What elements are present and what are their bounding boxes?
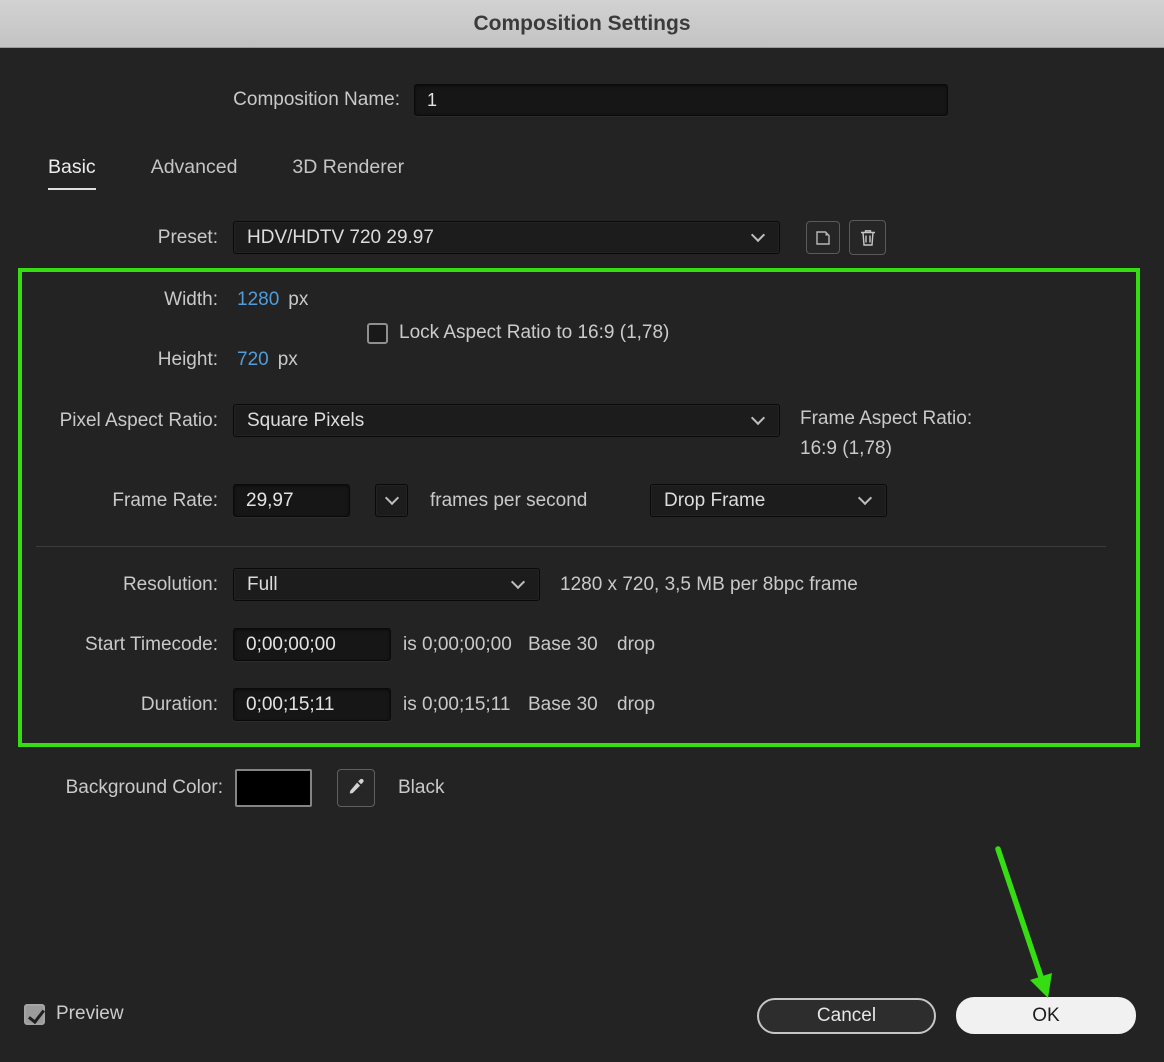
eyedropper-button[interactable]: [337, 769, 375, 807]
lock-aspect-label: Lock Aspect Ratio to 16:9 (1,78): [399, 322, 669, 344]
duration-drop: drop: [617, 688, 655, 721]
background-color-label: Background Color:: [0, 770, 223, 806]
save-preset-icon: [814, 229, 832, 247]
duration-label: Duration:: [0, 688, 218, 721]
preview-row: Preview: [24, 1003, 124, 1025]
chevron-down-icon: [751, 228, 765, 242]
start-timecode-input[interactable]: [233, 628, 391, 661]
chevron-down-icon: [511, 575, 525, 589]
drop-frame-value: Drop Frame: [664, 490, 765, 512]
ok-button-label: OK: [1032, 1005, 1059, 1027]
frame-aspect-ratio-label: Frame Aspect Ratio:: [800, 404, 972, 434]
resolution-value: Full: [247, 574, 278, 596]
background-color-swatch[interactable]: [235, 769, 312, 807]
tab-advanced-label: Advanced: [151, 156, 238, 178]
tab-basic[interactable]: Basic: [48, 156, 96, 190]
height-value-row: 720 px: [237, 347, 298, 373]
chevron-down-icon: [858, 491, 872, 505]
start-timecode-base: Base 30: [528, 628, 598, 661]
preset-label: Preset:: [0, 221, 218, 254]
annotation-arrow: [960, 840, 1070, 1010]
frame-rate-input[interactable]: [233, 484, 350, 517]
width-value[interactable]: 1280: [237, 289, 279, 311]
chevron-down-icon: [751, 411, 765, 425]
preview-label: Preview: [56, 1003, 124, 1025]
background-color-name: Black: [398, 770, 444, 806]
drop-frame-dropdown[interactable]: Drop Frame: [650, 484, 887, 517]
width-unit: px: [288, 289, 308, 311]
resolution-dropdown[interactable]: Full: [233, 568, 540, 601]
tab-3d-renderer-label: 3D Renderer: [292, 156, 404, 178]
tab-advanced[interactable]: Advanced: [151, 156, 238, 190]
duration-input[interactable]: [233, 688, 391, 721]
dialog-titlebar: Composition Settings: [0, 0, 1164, 48]
cancel-button[interactable]: Cancel: [757, 998, 936, 1034]
preset-value: HDV/HDTV 720 29.97: [247, 227, 434, 249]
frame-rate-unit-text: frames per second: [430, 484, 587, 517]
resolution-label: Resolution:: [0, 568, 218, 601]
height-value[interactable]: 720: [237, 349, 269, 371]
cancel-button-label: Cancel: [817, 1005, 876, 1027]
width-value-row: 1280 px: [237, 287, 308, 313]
delete-preset-button[interactable]: [849, 220, 886, 255]
save-preset-button[interactable]: [806, 221, 840, 254]
frame-aspect-ratio-block: Frame Aspect Ratio: 16:9 (1,78): [800, 404, 972, 464]
start-timecode-drop: drop: [617, 628, 655, 661]
start-timecode-label: Start Timecode:: [0, 628, 218, 661]
tab-bar: Basic Advanced 3D Renderer: [48, 156, 404, 190]
dialog-title: Composition Settings: [474, 12, 691, 36]
height-label: Height:: [0, 347, 218, 373]
tab-basic-label: Basic: [48, 156, 96, 178]
frame-rate-dropdown-button[interactable]: [375, 484, 408, 517]
section-divider: [36, 546, 1106, 547]
composition-name-input[interactable]: [414, 84, 948, 116]
lock-aspect-row: Lock Aspect Ratio to 16:9 (1,78): [367, 322, 669, 344]
preset-dropdown[interactable]: HDV/HDTV 720 29.97: [233, 221, 780, 254]
tab-3d-renderer[interactable]: 3D Renderer: [292, 156, 404, 190]
frame-aspect-ratio-value: 16:9 (1,78): [800, 434, 972, 464]
eyedropper-icon: [346, 778, 366, 798]
trash-icon: [859, 228, 877, 247]
pixel-aspect-ratio-value: Square Pixels: [247, 410, 364, 432]
start-timecode-info: is 0;00;00;00: [403, 628, 512, 661]
width-label: Width:: [0, 287, 218, 313]
lock-aspect-checkbox[interactable]: [367, 323, 388, 344]
resolution-info-text: 1280 x 720, 3,5 MB per 8bpc frame: [560, 568, 858, 601]
preview-checkbox[interactable]: [24, 1004, 45, 1025]
height-unit: px: [278, 349, 298, 371]
chevron-down-icon: [384, 491, 398, 505]
duration-base: Base 30: [528, 688, 598, 721]
pixel-aspect-ratio-dropdown[interactable]: Square Pixels: [233, 404, 780, 437]
composition-name-label: Composition Name:: [0, 84, 400, 116]
frame-rate-label: Frame Rate:: [0, 484, 218, 517]
ok-button[interactable]: OK: [956, 997, 1136, 1034]
duration-info: is 0;00;15;11: [403, 688, 510, 721]
pixel-aspect-ratio-label: Pixel Aspect Ratio:: [0, 404, 218, 437]
